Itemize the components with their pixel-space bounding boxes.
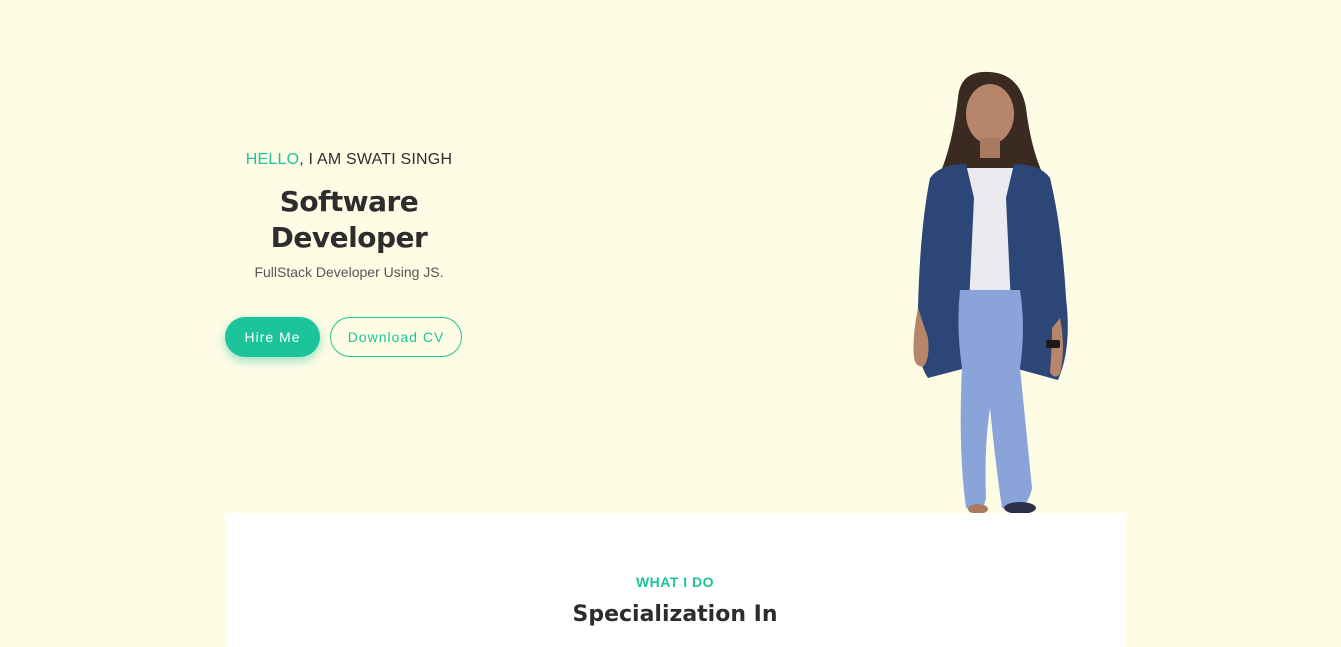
hero-subtitle: FullStack Developer Using JS. [254,264,444,280]
hero-actions: Hire Me Download CV [225,317,462,357]
hire-me-button[interactable]: Hire Me [225,317,320,357]
section-title: Specialization In [572,602,778,627]
portfolio-page: HELLO, I AM SWATI SINGH Software Develop… [0,0,1341,647]
hero-greeting: HELLO, I AM SWATI SINGH [224,148,474,172]
hero-intro: HELLO, I AM SWATI SINGH Software Develop… [224,148,474,282]
hero-title: Software Developer [270,185,428,254]
section-kicker: WHAT I DO [635,574,715,590]
specialization-section: WHAT I DO Specialization In [225,513,1125,647]
download-cv-button[interactable]: Download CV [330,317,462,357]
greeting-hello: HELLO [245,151,300,168]
profile-photo [913,71,1068,514]
greeting-name: , I AM SWATI SINGH [299,151,453,168]
